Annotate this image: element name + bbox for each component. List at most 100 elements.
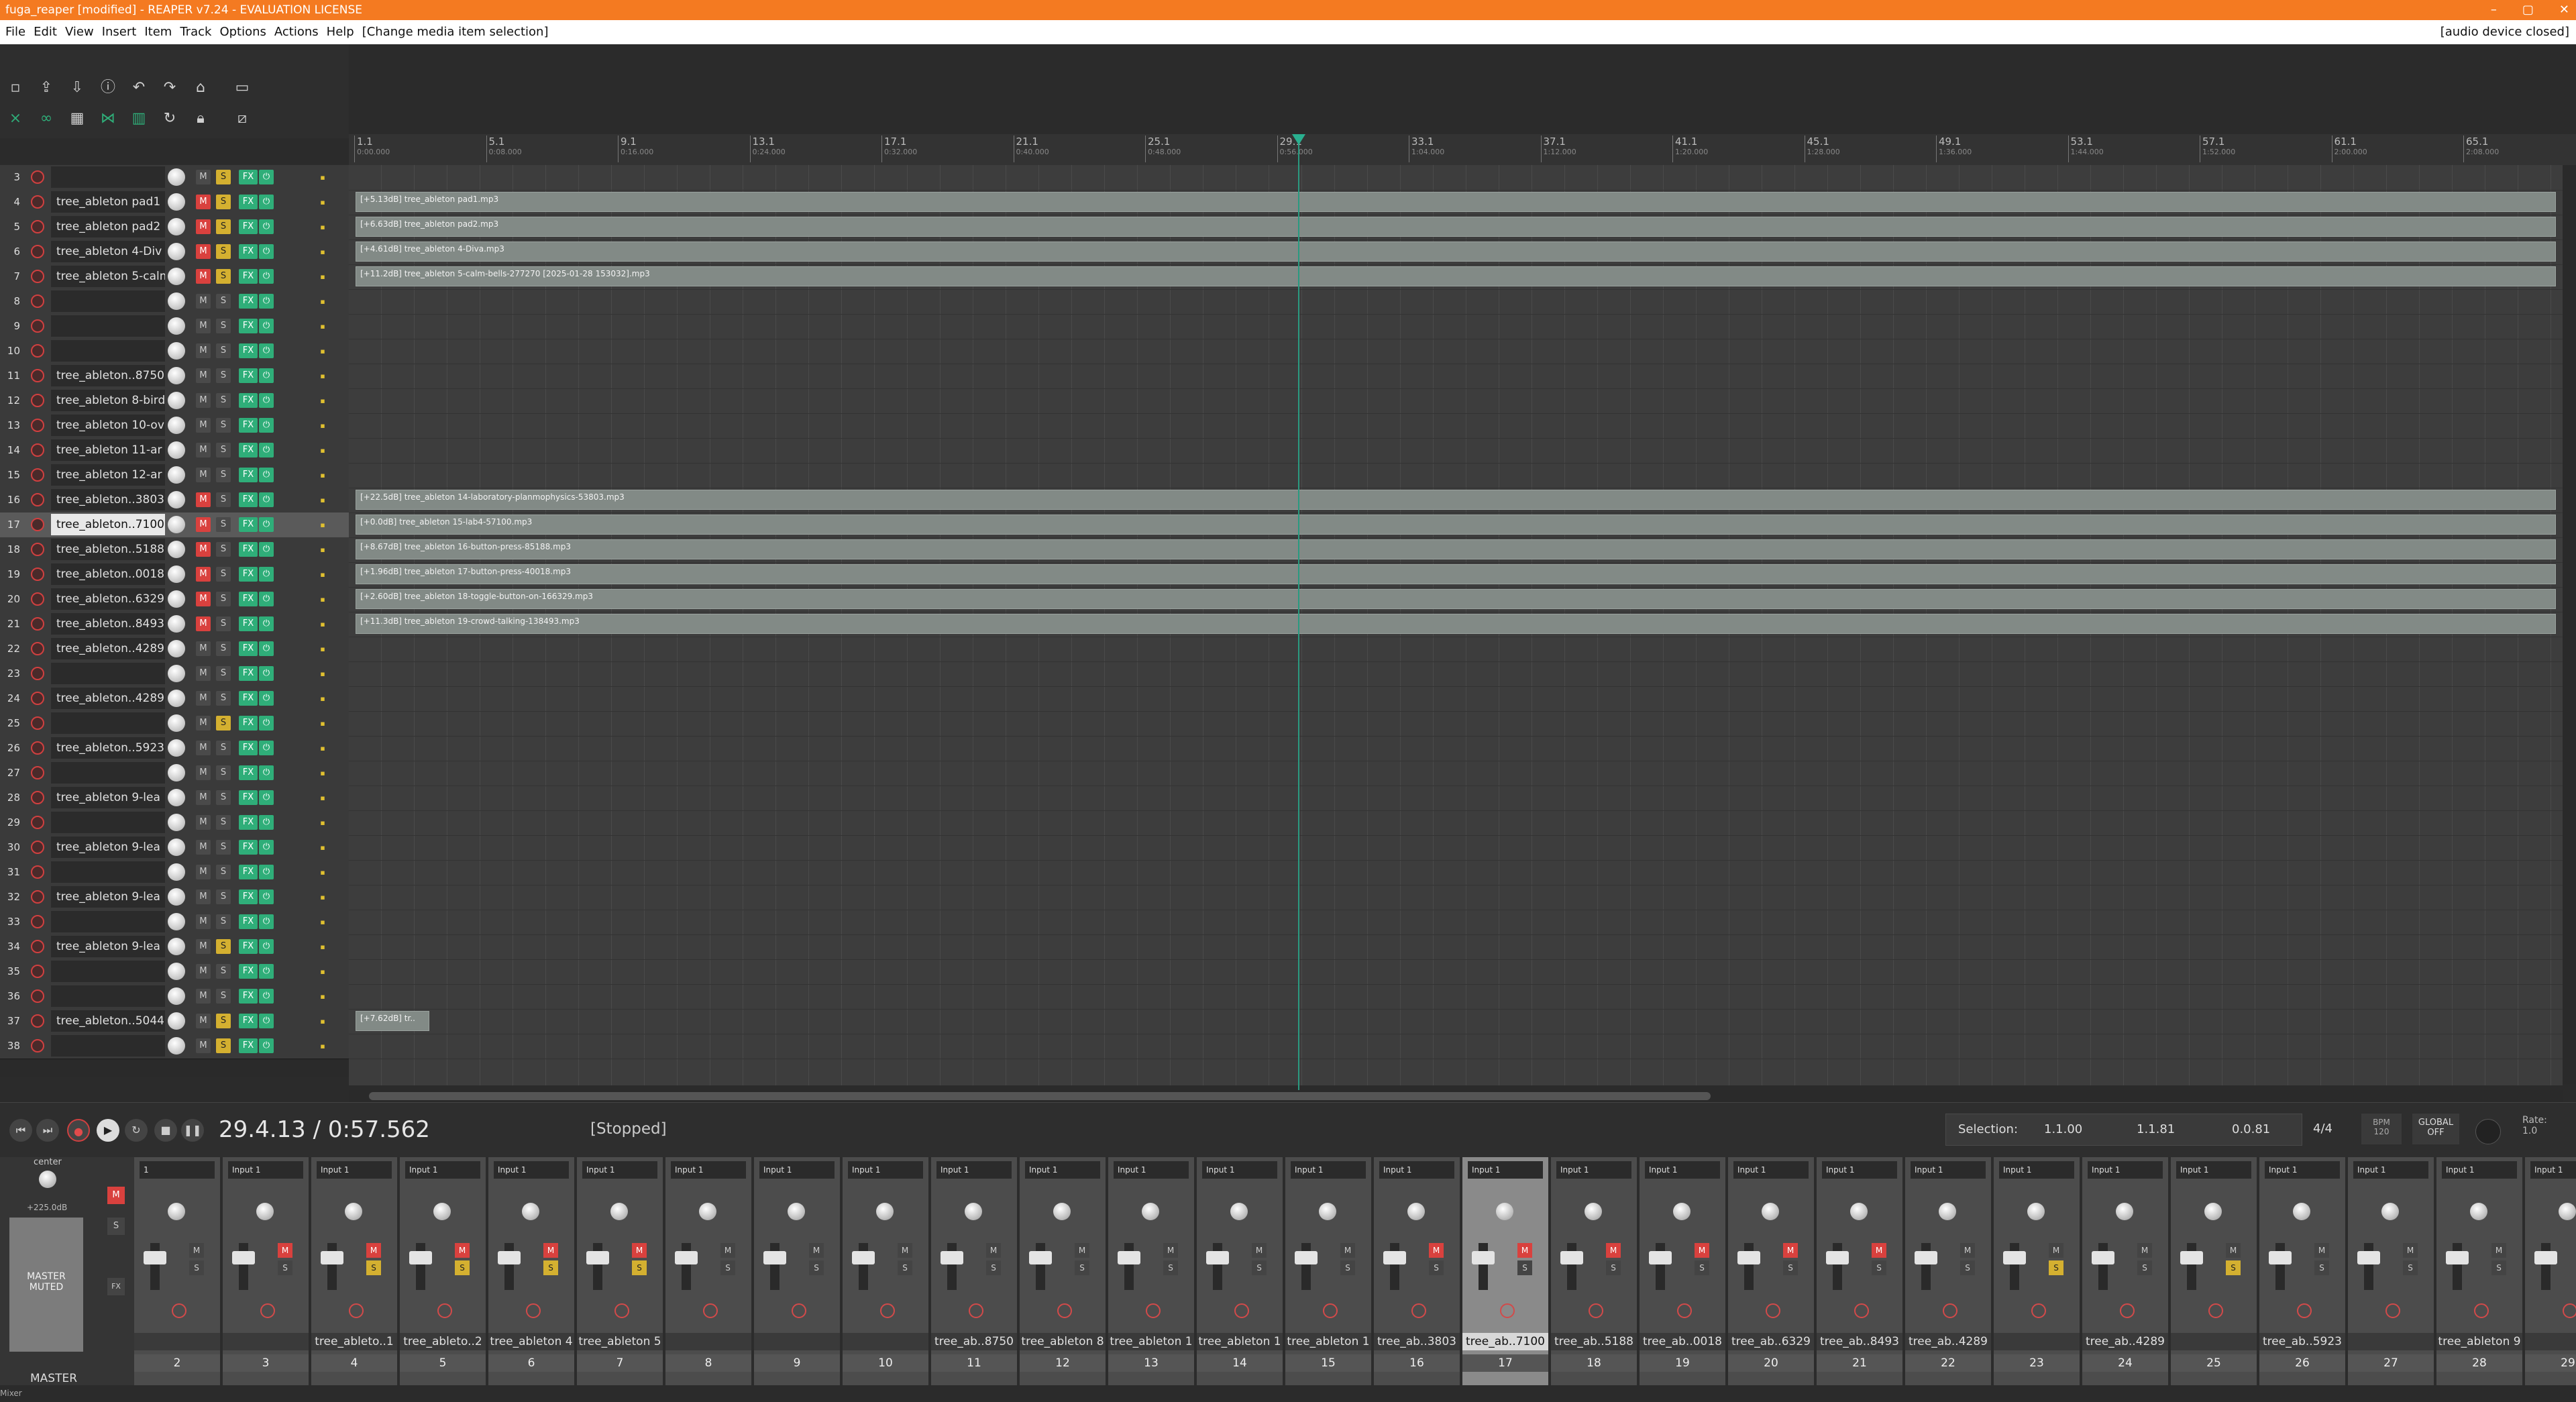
volume-fader[interactable] bbox=[2446, 1251, 2469, 1264]
track-header[interactable]: 24 tree_ableton..4289 M S FX ⏻ ▪ bbox=[0, 686, 349, 712]
solo-button[interactable]: S bbox=[216, 393, 231, 408]
fx-bypass-icon[interactable]: ⏻ bbox=[259, 517, 274, 532]
track-name-field[interactable]: tree_ableton..4289 bbox=[51, 688, 165, 709]
input-select[interactable]: Input 1 bbox=[1556, 1161, 1631, 1179]
solo-button[interactable]: S bbox=[1872, 1260, 1886, 1275]
volume-knob[interactable] bbox=[168, 1012, 185, 1030]
record-arm-button[interactable] bbox=[2385, 1303, 2400, 1318]
mute-button[interactable]: M bbox=[2049, 1243, 2063, 1258]
mute-button[interactable]: M bbox=[196, 542, 211, 557]
fx-bypass-icon[interactable]: ⏻ bbox=[259, 443, 274, 457]
mixer-strip[interactable]: Input 1MS29 bbox=[2525, 1157, 2576, 1385]
record-arm-button[interactable] bbox=[2474, 1303, 2489, 1318]
strip-name[interactable] bbox=[754, 1333, 840, 1350]
input-select[interactable]: Input 1 bbox=[1291, 1161, 1366, 1179]
track-header[interactable]: 34 tree_ableton 9-lea M S FX ⏻ ▪ bbox=[0, 934, 349, 960]
solo-button[interactable]: S bbox=[216, 319, 231, 333]
track-lane[interactable] bbox=[349, 1034, 2563, 1059]
input-select[interactable]: Input 1 bbox=[1025, 1161, 1100, 1179]
fx-button[interactable]: FX bbox=[239, 343, 258, 358]
volume-knob[interactable] bbox=[168, 1037, 185, 1055]
input-select[interactable]: Input 1 bbox=[2088, 1161, 2163, 1179]
track-header[interactable]: 30 tree_ableton 9-lea M S FX ⏻ ▪ bbox=[0, 835, 349, 861]
track-name-field[interactable]: tree_ableton..8750 bbox=[51, 365, 165, 386]
record-arm-button[interactable] bbox=[880, 1303, 895, 1318]
track-name-field[interactable] bbox=[51, 812, 165, 833]
menu-item[interactable]: Options bbox=[219, 20, 266, 44]
solo-button[interactable]: S bbox=[1075, 1260, 1089, 1275]
envelope-icon[interactable]: ▪ bbox=[315, 543, 330, 557]
fx-button[interactable]: FX bbox=[239, 765, 258, 780]
fx-bypass-icon[interactable]: ⏻ bbox=[259, 195, 274, 209]
track-header[interactable]: 20 tree_ableton..6329 M S FX ⏻ ▪ bbox=[0, 587, 349, 612]
fx-bypass-icon[interactable]: ⏻ bbox=[259, 865, 274, 879]
track-lane[interactable] bbox=[349, 860, 2563, 885]
volume-knob[interactable] bbox=[168, 789, 185, 806]
pan-knob[interactable] bbox=[1319, 1203, 1336, 1220]
strip-name[interactable]: tree_ab..3803 bbox=[1374, 1333, 1460, 1350]
strip-name[interactable] bbox=[2525, 1333, 2576, 1350]
track-name-field[interactable]: tree_ableton..3803 bbox=[51, 489, 165, 510]
track-lane[interactable] bbox=[349, 289, 2563, 315]
solo-button[interactable]: S bbox=[216, 989, 231, 1004]
mute-button[interactable]: M bbox=[196, 889, 211, 904]
pan-knob[interactable] bbox=[1496, 1203, 1513, 1220]
mute-button[interactable]: M bbox=[196, 269, 211, 284]
envelope-icon[interactable]: ▪ bbox=[315, 1014, 330, 1029]
record-arm-button[interactable] bbox=[31, 1039, 44, 1053]
strip-name[interactable]: tree_ab..5923 bbox=[2259, 1333, 2345, 1350]
track-header[interactable]: 33 M S FX ⏻ ▪ bbox=[0, 910, 349, 935]
track-header[interactable]: 8 M S FX ⏻ ▪ bbox=[0, 289, 349, 315]
track-lane[interactable]: [+22.5dB] tree_ableton 14-laboratory-pla… bbox=[349, 488, 2563, 513]
volume-knob[interactable] bbox=[168, 640, 185, 657]
mixer-strip[interactable]: Input 1 M S 27 bbox=[2348, 1157, 2435, 1385]
time-position[interactable]: 29.4.13 / 0:57.562 bbox=[219, 1116, 430, 1143]
input-select[interactable]: Input 1 bbox=[494, 1161, 569, 1179]
record-arm-button[interactable] bbox=[31, 642, 44, 655]
pan-knob[interactable] bbox=[2559, 1203, 2576, 1220]
envelope-icon[interactable]: ▪ bbox=[315, 642, 330, 657]
solo-button[interactable]: S bbox=[216, 889, 231, 904]
envelope-icon[interactable]: ▪ bbox=[315, 344, 330, 359]
grouping-icon[interactable]: ▦ bbox=[66, 107, 89, 130]
mute-button[interactable]: M bbox=[196, 492, 211, 507]
volume-fader[interactable] bbox=[1649, 1251, 1672, 1264]
input-select[interactable]: Input 1 bbox=[1114, 1161, 1189, 1179]
envelope-icon[interactable]: ▪ bbox=[315, 667, 330, 682]
solo-button[interactable]: S bbox=[216, 443, 231, 457]
input-select[interactable]: Input 1 bbox=[2353, 1161, 2428, 1179]
fx-button[interactable]: FX bbox=[239, 418, 258, 433]
track-name-field[interactable]: tree_ableton pad2 bbox=[51, 216, 165, 237]
fx-button[interactable]: FX bbox=[239, 865, 258, 879]
mute-button[interactable]: M bbox=[196, 244, 211, 259]
solo-button[interactable]: S bbox=[1960, 1260, 1975, 1275]
project-settings-icon[interactable]: ⓘ bbox=[97, 76, 119, 99]
mute-button[interactable]: M bbox=[196, 219, 211, 234]
volume-knob[interactable] bbox=[168, 814, 185, 831]
volume-fader[interactable] bbox=[2180, 1251, 2203, 1264]
record-arm-button[interactable] bbox=[1146, 1303, 1161, 1318]
fx-button[interactable]: FX bbox=[239, 294, 258, 309]
track-lane[interactable]: [+7.62dB] tr.. bbox=[349, 1009, 2563, 1034]
solo-button[interactable]: S bbox=[1606, 1260, 1621, 1275]
fx-button[interactable]: FX bbox=[239, 691, 258, 706]
strip-name[interactable]: tree_ableto..2 bbox=[400, 1333, 486, 1350]
track-lane[interactable]: [+11.2dB] tree_ableton 5-calm-bells-2772… bbox=[349, 264, 2563, 290]
track-name-field[interactable] bbox=[51, 762, 165, 784]
media-item[interactable]: [+0.0dB] tree_ableton 15-lab4-57100.mp3 bbox=[356, 515, 2556, 535]
volume-fader[interactable] bbox=[941, 1251, 963, 1264]
solo-button[interactable]: S bbox=[216, 741, 231, 755]
envelope-icon[interactable]: ▪ bbox=[315, 518, 330, 533]
record-arm-button[interactable] bbox=[2208, 1303, 2223, 1318]
volume-knob[interactable] bbox=[168, 665, 185, 682]
fx-bypass-icon[interactable]: ⏻ bbox=[259, 964, 274, 979]
pan-knob[interactable] bbox=[1762, 1203, 1779, 1220]
mixer-strip[interactable]: Input 1 MS 8 bbox=[665, 1157, 753, 1385]
solo-button[interactable]: S bbox=[2491, 1260, 2506, 1275]
fx-button[interactable]: FX bbox=[239, 443, 258, 457]
record-arm-button[interactable] bbox=[703, 1303, 718, 1318]
solo-button[interactable]: S bbox=[216, 616, 231, 631]
mixer-tab[interactable]: Mixer bbox=[0, 1389, 22, 1398]
volume-fader[interactable] bbox=[409, 1251, 432, 1264]
input-select[interactable]: Input 1 bbox=[759, 1161, 835, 1179]
